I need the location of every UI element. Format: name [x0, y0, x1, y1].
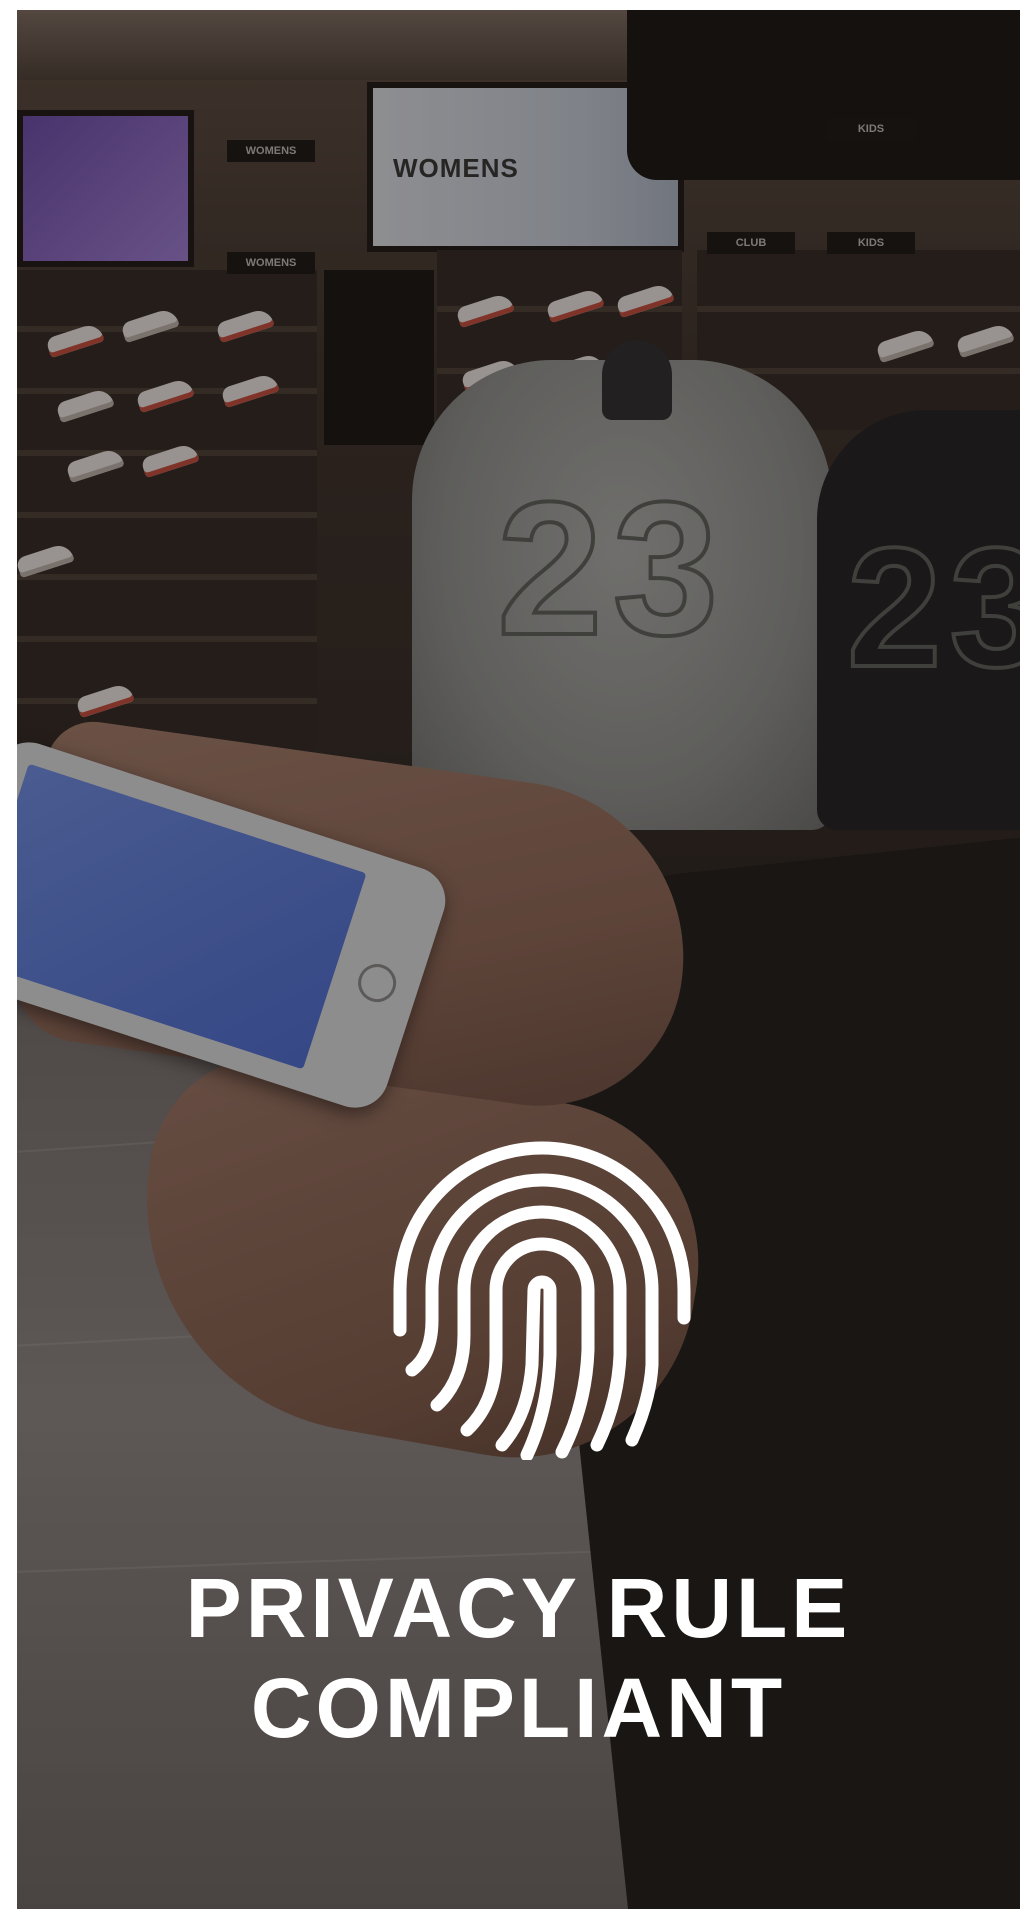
headline-line-2: COMPLIANT: [250, 1661, 787, 1755]
hero-frame: WOMENS WOMENS WOMENS KIDS KIDS CLUB 23 2…: [17, 10, 1020, 1909]
headline: PRIVACY RULE COMPLIANT: [17, 1558, 1020, 1758]
headline-line-1: PRIVACY RULE: [185, 1561, 852, 1655]
fingerprint-icon: [393, 1141, 691, 1460]
